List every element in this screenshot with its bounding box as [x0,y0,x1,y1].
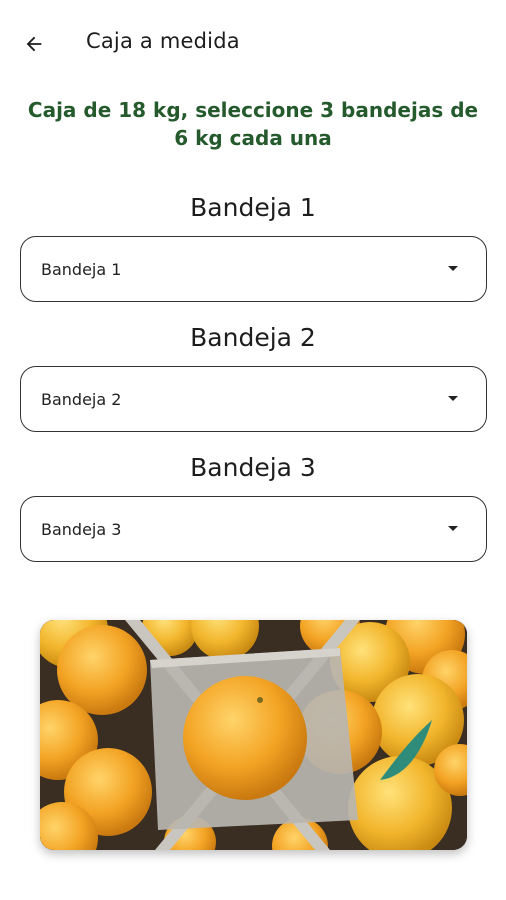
back-button[interactable] [18,28,50,60]
arrow-left-icon [26,36,42,52]
dropdown-arrow-icon [448,396,458,401]
tray-2-select[interactable]: Bandeja 2 [20,366,487,432]
tray-1-select-value: Bandeja 1 [41,259,122,279]
tray-3-heading: Bandeja 3 [190,453,316,482]
tray-1-heading: Bandeja 1 [190,193,316,222]
app-bar: Caja a medida [0,0,506,86]
dropdown-arrow-icon [448,266,458,271]
tray-3-select[interactable]: Bandeja 3 [20,496,487,562]
tray-3-select-value: Bandeja 3 [41,519,122,539]
page-title: Caja a medida [86,29,240,53]
tray-1-select[interactable]: Bandeja 1 [20,236,487,302]
tray-2-heading: Bandeja 2 [190,323,316,352]
product-image [40,620,467,850]
dropdown-arrow-icon [448,526,458,531]
tray-2-select-value: Bandeja 2 [41,389,122,409]
instructions-text: Caja de 18 kg, seleccione 3 bandejas de … [27,98,479,150]
